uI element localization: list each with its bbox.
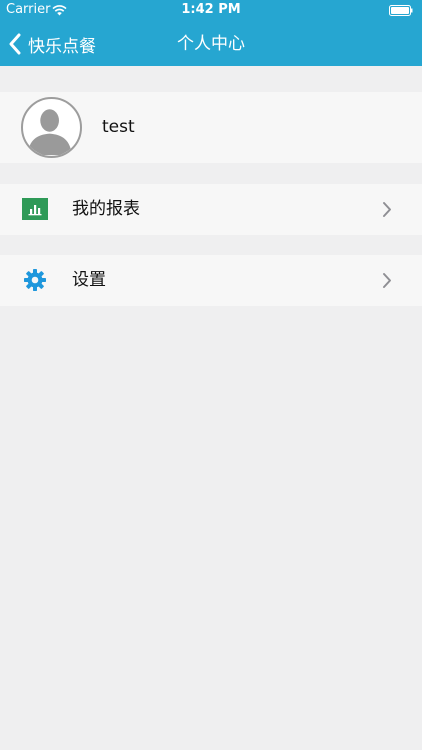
menu-item-label: 我的报表 [72, 199, 140, 219]
chevron-right-icon [383, 273, 391, 288]
chevron-right-icon [383, 202, 391, 217]
menu-item-label: 设置 [72, 270, 106, 290]
status-time: 1:42 PM [181, 2, 241, 17]
gear-icon [24, 269, 46, 291]
back-chevron-icon [9, 33, 21, 55]
back-button-label: 快乐点餐 [28, 36, 96, 57]
status-bar: Carrier 1:42 PM [0, 0, 422, 22]
menu-item-settings[interactable]: 设置 [0, 255, 422, 306]
profile-row[interactable]: test [0, 92, 422, 163]
battery-icon [389, 5, 413, 16]
menu-item-my-reports[interactable]: 我的报表 [0, 184, 422, 235]
back-button[interactable]: 快乐点餐 [8, 22, 96, 66]
username: test [102, 117, 135, 137]
report-chart-icon [22, 198, 48, 220]
navigation-bar: 个人中心 快乐点餐 [0, 22, 422, 66]
personal-center-screen: Carrier 1:42 PM 个人中心 快乐点餐 test 我的报表 设置 [0, 0, 422, 750]
user-silhouette-icon [27, 109, 72, 156]
header: Carrier 1:42 PM 个人中心 快乐点餐 [0, 0, 422, 66]
avatar [21, 97, 82, 158]
